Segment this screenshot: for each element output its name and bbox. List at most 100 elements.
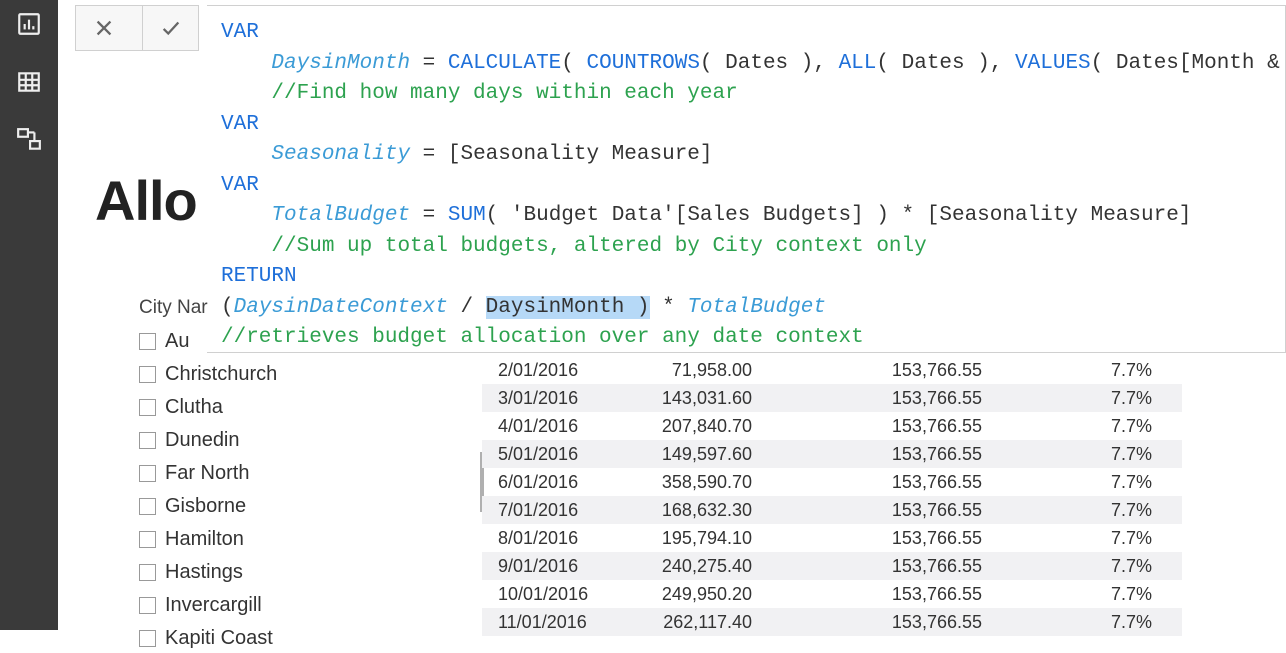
checkbox-icon[interactable]	[139, 498, 156, 515]
page-title: Allo	[95, 168, 205, 233]
table-row[interactable]: 4/01/2016207,840.70153,766.557.7%	[482, 412, 1182, 440]
table-cell: 153,766.55	[782, 584, 1012, 605]
table-cell: 358,590.70	[612, 472, 782, 493]
slicer-item[interactable]: Invercargill	[139, 591, 459, 620]
slicer-item-label: Au	[165, 330, 189, 353]
slicer-header: City Nar	[139, 297, 459, 319]
slicer-item[interactable]: Far North	[139, 459, 459, 488]
table-cell: 153,766.55	[782, 612, 1012, 633]
table-cell: 7.7%	[1012, 472, 1162, 493]
formula-selection: DaysinMonth )	[486, 296, 650, 319]
slicer-item-label: Hastings	[165, 561, 243, 584]
table-cell: 6/01/2016	[482, 472, 612, 493]
table-cell: 3/01/2016	[482, 388, 612, 409]
table-cell: 7.7%	[1012, 444, 1162, 465]
table-cell: 7.7%	[1012, 584, 1162, 605]
dax-var-name: DaysinMonth	[271, 52, 410, 75]
table-cell: 153,766.55	[782, 472, 1012, 493]
slicer-item-label: Clutha	[165, 396, 223, 419]
table-row[interactable]: 5/01/2016149,597.60153,766.557.7%	[482, 440, 1182, 468]
slicer-item-label: Dunedin	[165, 429, 240, 452]
checkbox-icon[interactable]	[139, 399, 156, 416]
slicer-item-label: Kapiti Coast	[165, 627, 273, 650]
checkbox-icon[interactable]	[139, 597, 156, 614]
table-cell: 8/01/2016	[482, 528, 612, 549]
checkbox-icon[interactable]	[139, 333, 156, 350]
slicer-item[interactable]: Dunedin	[139, 426, 459, 455]
dax-var-name: TotalBudget	[271, 204, 410, 227]
table-cell: 10/01/2016	[482, 584, 612, 605]
dax-var-name: Seasonality	[271, 143, 410, 166]
table-cell: 7.7%	[1012, 416, 1162, 437]
table-cell: 9/01/2016	[482, 556, 612, 577]
left-nav-rail	[0, 0, 58, 630]
slicer-item[interactable]: Gisborne	[139, 492, 459, 521]
table-cell: 153,766.55	[782, 500, 1012, 521]
slicer-item-label: Far North	[165, 462, 249, 485]
checkbox-icon[interactable]	[139, 531, 156, 548]
data-table: 2/01/201671,958.00153,766.557.7%3/01/201…	[482, 356, 1182, 636]
report-icon[interactable]	[15, 10, 43, 38]
checkbox-icon[interactable]	[139, 564, 156, 581]
checkbox-icon[interactable]	[139, 630, 156, 647]
table-cell: 153,766.55	[782, 528, 1012, 549]
cancel-button[interactable]	[76, 6, 132, 50]
table-cell: 5/01/2016	[482, 444, 612, 465]
table-cell: 7.7%	[1012, 528, 1162, 549]
table-cell: 207,840.70	[612, 416, 782, 437]
dax-var-kw: VAR	[221, 113, 259, 136]
slicer-item[interactable]: Au	[139, 327, 459, 356]
table-cell: 240,275.40	[612, 556, 782, 577]
table-cell: 7.7%	[1012, 360, 1162, 381]
table-cell: 153,766.55	[782, 444, 1012, 465]
table-cell: 153,766.55	[782, 360, 1012, 381]
dax-var-kw: VAR	[221, 174, 259, 197]
table-cell: 7.7%	[1012, 500, 1162, 521]
table-cell: 11/01/2016	[482, 612, 612, 633]
table-row[interactable]: 10/01/2016249,950.20153,766.557.7%	[482, 580, 1182, 608]
checkbox-icon[interactable]	[139, 432, 156, 449]
table-cell: 7.7%	[1012, 556, 1162, 577]
city-slicer: City Nar Au Christchurch Clutha Dunedin Far …	[139, 297, 459, 653]
table-row[interactable]: 7/01/2016168,632.30153,766.557.7%	[482, 496, 1182, 524]
slicer-item[interactable]: Kapiti Coast	[139, 624, 459, 653]
table-cell: 7.7%	[1012, 612, 1162, 633]
slicer-item-label: Hamilton	[165, 528, 244, 551]
table-cell: 249,950.20	[612, 584, 782, 605]
table-cell: 149,597.60	[612, 444, 782, 465]
dax-return-kw: RETURN	[221, 265, 297, 288]
table-cell: 153,766.55	[782, 556, 1012, 577]
table-row[interactable]: 9/01/2016240,275.40153,766.557.7%	[482, 552, 1182, 580]
slicer-item[interactable]: Hamilton	[139, 525, 459, 554]
dax-comment: //Find how many days within each year	[271, 82, 737, 105]
slicer-item[interactable]: Hastings	[139, 558, 459, 587]
table-cell: 262,117.40	[612, 612, 782, 633]
checkbox-icon[interactable]	[139, 366, 156, 383]
table-row[interactable]: 3/01/2016143,031.60153,766.557.7%	[482, 384, 1182, 412]
checkbox-icon[interactable]	[139, 465, 156, 482]
slicer-item[interactable]: Christchurch	[139, 360, 459, 389]
slicer-item-label: Invercargill	[165, 594, 262, 617]
dax-comment: //Sum up total budgets, altered by City …	[271, 235, 926, 258]
table-cell: 2/01/2016	[482, 360, 612, 381]
table-cell: 143,031.60	[612, 388, 782, 409]
slicer-item-label: Gisborne	[165, 495, 246, 518]
commit-button[interactable]	[142, 6, 198, 50]
table-row[interactable]: 8/01/2016195,794.10153,766.557.7%	[482, 524, 1182, 552]
table-cell: 195,794.10	[612, 528, 782, 549]
table-cell: 168,632.30	[612, 500, 782, 521]
model-icon[interactable]	[15, 126, 43, 154]
dax-var-kw: VAR	[221, 21, 259, 44]
slicer-item-label: Christchurch	[165, 363, 277, 386]
table-cell: 4/01/2016	[482, 416, 612, 437]
table-row[interactable]: 11/01/2016262,117.40153,766.557.7%	[482, 608, 1182, 636]
table-cell: 153,766.55	[782, 388, 1012, 409]
formula-bar-actions	[75, 5, 199, 51]
table-cell: 153,766.55	[782, 416, 1012, 437]
table-cell: 7/01/2016	[482, 500, 612, 521]
table-cell: 7.7%	[1012, 388, 1162, 409]
slicer-item[interactable]: Clutha	[139, 393, 459, 422]
data-icon[interactable]	[15, 68, 43, 96]
table-row[interactable]: 6/01/2016358,590.70153,766.557.7%	[482, 468, 1182, 496]
table-row[interactable]: 2/01/201671,958.00153,766.557.7%	[482, 356, 1182, 384]
